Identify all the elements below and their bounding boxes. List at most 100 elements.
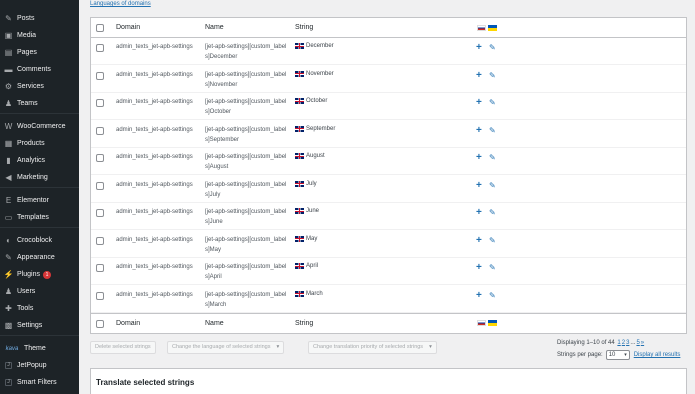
change-priority-select[interactable]: Change translation priority of selected … (308, 341, 437, 354)
row-string: October (295, 98, 327, 104)
sidebar-item-elementor[interactable]: E Elementor (0, 192, 79, 209)
smart-filters-icon: J (5, 379, 12, 386)
sidebar-item-jetpopup[interactable]: J JetPopup (0, 357, 79, 374)
row-string: April (295, 263, 318, 269)
change-language-select[interactable]: Change the language of selected strings ▾ (167, 341, 285, 354)
add-translation-icon[interactable]: + (476, 98, 482, 108)
row-checkbox[interactable] (96, 209, 104, 217)
table-row: admin_texts_jet-apb-settings [jet-apb-set… (91, 148, 686, 175)
add-translation-icon[interactable]: + (476, 208, 482, 218)
add-translation-icon[interactable]: + (476, 235, 482, 245)
footer-header-name[interactable]: Name (205, 314, 291, 334)
select-all-checkbox[interactable] (96, 24, 104, 32)
sidebar-item-woocommerce[interactable]: W WooCommerce (0, 118, 79, 135)
row-domain: admin_texts_jet-apb-settings (116, 181, 193, 188)
delete-selected-strings-button[interactable]: Delete selected strings (90, 341, 156, 354)
sidebar-item-tools[interactable]: ✚ Tools (0, 300, 79, 317)
row-checkbox[interactable] (96, 236, 104, 245)
sidebar-item-analytics[interactable]: ▮ Analytics (0, 152, 79, 169)
row-checkbox[interactable] (96, 99, 104, 107)
page-link[interactable]: 3 (626, 340, 629, 346)
add-translation-icon[interactable]: + (476, 290, 482, 300)
column-header-name[interactable]: Name (205, 18, 291, 38)
edit-translation-icon[interactable]: ✎ (489, 126, 496, 135)
languages-of-domains-link[interactable]: Languages of domains (90, 1, 151, 7)
sidebar-item-theme[interactable]: kava Theme (0, 340, 79, 357)
marketing-icon: ◀ (5, 172, 12, 182)
add-translation-icon[interactable]: + (476, 125, 482, 135)
row-checkbox[interactable] (96, 291, 104, 300)
sidebar-item-crocoblock[interactable]: ◐ Crocoblock (0, 232, 79, 249)
display-all-results-link[interactable]: Display all results (634, 352, 681, 358)
row-checkbox[interactable] (96, 264, 104, 272)
row-checkbox[interactable] (96, 154, 104, 162)
row-domain: admin_texts_jet-apb-settings (116, 291, 193, 298)
edit-translation-icon[interactable]: ✎ (489, 99, 496, 107)
add-translation-icon[interactable]: + (476, 263, 482, 273)
per-page-select[interactable]: 10 ▾ (605, 350, 630, 360)
row-checkbox[interactable] (96, 126, 104, 135)
sidebar-item-settings[interactable]: ▩ Settings (0, 317, 79, 334)
sidebar-item-smart-filters[interactable]: J Smart Filters (0, 374, 79, 391)
table-row: admin_texts_jet-apb-settings [jet-apb-set… (91, 66, 686, 93)
sidebar-item-appearance[interactable]: ✎ Appearance (0, 249, 79, 266)
row-checkbox[interactable] (96, 44, 104, 52)
column-header-string[interactable]: String (295, 18, 313, 38)
sidebar-item-label: Products (17, 140, 45, 147)
footer-header-domain[interactable]: Domain (116, 314, 201, 334)
add-translation-icon[interactable]: + (476, 70, 482, 80)
footer-header-string[interactable]: String (295, 314, 313, 334)
row-string: December (295, 43, 334, 49)
sidebar-item-comments[interactable]: ▬ Comments (0, 61, 79, 78)
pages-icon: ▤ (4, 47, 13, 57)
sidebar-item-posts[interactable]: ✎ Posts (0, 10, 79, 27)
sidebar-item-plugins[interactable]: ⚡ Plugins 1 (0, 266, 79, 283)
theme-icon: kava (5, 345, 19, 352)
page-link[interactable]: 5 (636, 340, 639, 346)
sidebar-item-teams[interactable]: ♟ Teams (0, 95, 79, 112)
page-link[interactable]: 2 (622, 340, 625, 346)
edit-translation-icon[interactable]: ✎ (489, 44, 496, 52)
page-link[interactable]: » (641, 340, 644, 346)
edit-translation-icon[interactable]: ✎ (489, 71, 496, 80)
page-link[interactable]: 1 (617, 340, 620, 346)
crocoblock-icon: ◐ (6, 235, 11, 245)
sidebar-item-marketing[interactable]: ◀ Marketing (0, 169, 79, 186)
edit-translation-icon[interactable]: ✎ (489, 264, 496, 272)
sidebar-item-media[interactable]: ▣ Media (0, 27, 79, 44)
add-translation-icon[interactable]: + (476, 43, 482, 53)
media-icon: ▣ (4, 30, 13, 40)
woocommerce-icon: W (4, 121, 13, 131)
edit-translation-icon[interactable]: ✎ (489, 291, 496, 300)
select-all-footer-checkbox[interactable] (96, 320, 104, 328)
products-icon: ▦ (4, 138, 13, 148)
sidebar-item-pages[interactable]: ▤ Pages (0, 44, 79, 61)
edit-translation-icon[interactable]: ✎ (489, 236, 496, 245)
teams-icon: ♟ (4, 98, 13, 108)
ukrainian-flag-icon (488, 25, 497, 31)
column-header-domain[interactable]: Domain (116, 18, 201, 38)
strings-table: Domain Name String admin_texts_jet-apb-s… (90, 17, 687, 334)
menu-separator (0, 187, 79, 188)
sidebar-item-label: Plugins (17, 271, 40, 278)
add-translation-icon[interactable]: + (476, 180, 482, 190)
edit-translation-icon[interactable]: ✎ (489, 154, 496, 162)
table-row: admin_texts_jet-apb-settings [jet-apb-set… (91, 38, 686, 65)
sidebar-item-templates[interactable]: ▭ Templates (0, 209, 79, 226)
row-checkbox[interactable] (96, 181, 104, 190)
uk-flag-icon (295, 70, 304, 77)
row-string: August (295, 153, 325, 159)
add-translation-icon[interactable]: + (476, 153, 482, 163)
sidebar-item-services[interactable]: ⚙ Services (0, 78, 79, 95)
tools-icon: ✚ (5, 303, 12, 313)
uk-flag-icon (295, 235, 304, 242)
sidebar-item-products[interactable]: ▦ Products (0, 135, 79, 152)
row-checkbox[interactable] (96, 71, 104, 80)
row-name: [jet-apb-settings][custom_labels]Septemb… (205, 126, 287, 143)
row-domain: admin_texts_jet-apb-settings (116, 71, 193, 78)
row-domain: admin_texts_jet-apb-settings (116, 154, 193, 160)
sidebar-item-users[interactable]: ♟ Users (0, 283, 79, 300)
appearance-icon: ✎ (5, 252, 12, 262)
edit-translation-icon[interactable]: ✎ (489, 209, 496, 217)
edit-translation-icon[interactable]: ✎ (489, 181, 496, 190)
